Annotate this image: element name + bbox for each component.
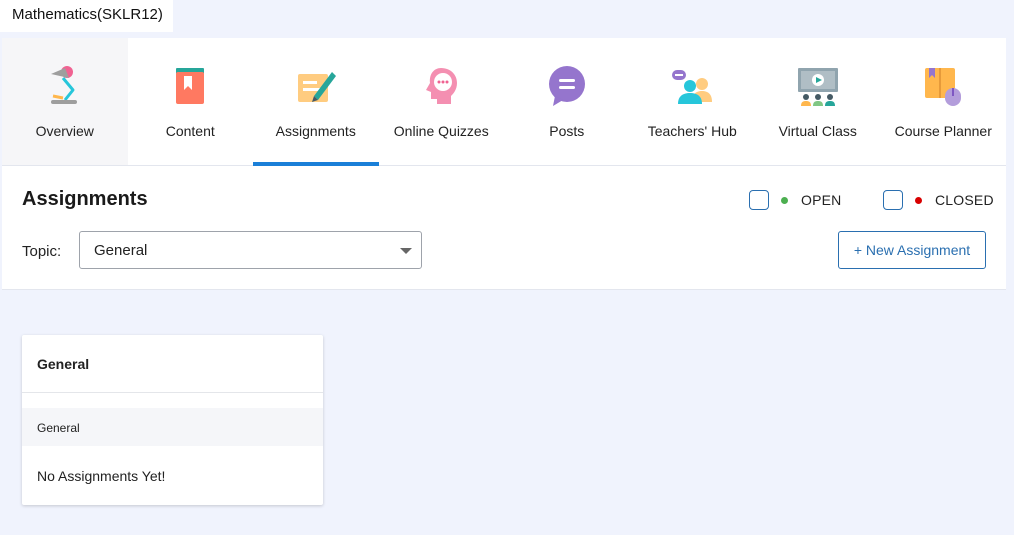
teachers-group-icon — [670, 64, 714, 108]
chat-bubble-icon — [545, 64, 589, 108]
nav-item-label: Virtual Class — [778, 123, 857, 139]
virtual-classroom-icon — [796, 64, 840, 108]
card-subheader-label: General — [37, 421, 80, 435]
course-panel: Overview Content Assignments Online Quiz… — [2, 38, 1006, 535]
empty-state-text: No Assignments Yet! — [37, 468, 166, 484]
planner-icon — [921, 64, 965, 108]
page-title: Assignments — [22, 188, 148, 210]
nav-item-label: Assignments — [275, 123, 356, 139]
nav-item-label: Posts — [549, 123, 585, 139]
nav-item-online-quizzes[interactable]: Online Quizzes — [379, 38, 505, 165]
nav-item-overview[interactable]: Overview — [2, 38, 128, 165]
nav-item-virtual-class[interactable]: Virtual Class — [755, 38, 881, 165]
nav-item-label: Online Quizzes — [393, 123, 489, 139]
nav-item-content[interactable]: Content — [128, 38, 254, 165]
card-divider — [22, 392, 323, 393]
book-icon — [168, 64, 212, 108]
nav-item-label: Content — [165, 123, 215, 139]
nav-item-label: Teachers' Hub — [647, 123, 737, 139]
nav-item-label: Overview — [35, 123, 94, 139]
open-status-dot — [781, 196, 788, 204]
pencil-paper-icon — [294, 64, 338, 108]
course-nav: Overview Content Assignments Online Quiz… — [2, 38, 1006, 166]
new-assignment-button[interactable]: + New Assignment — [838, 231, 986, 269]
topic-label: Topic: — [22, 243, 62, 260]
card-title: General — [37, 356, 90, 372]
nav-item-assignments[interactable]: Assignments — [253, 38, 379, 166]
desk-lamp-icon — [43, 64, 87, 108]
nav-item-teachers-hub[interactable]: Teachers' Hub — [630, 38, 756, 165]
nav-item-course-planner[interactable]: Course Planner — [881, 38, 1007, 165]
closed-status-dot — [915, 196, 922, 204]
chevron-down-icon — [400, 248, 412, 254]
open-label: OPEN — [801, 192, 842, 208]
head-thought-icon — [419, 64, 463, 108]
course-title-tab[interactable]: Mathematics(SKLR12) — [0, 0, 173, 32]
assignments-header: Assignments OPEN CLOSED Topic: General +… — [2, 166, 1006, 290]
filter-closed[interactable]: CLOSED — [883, 190, 994, 210]
filter-open[interactable]: OPEN — [749, 190, 841, 210]
assignments-content: General General No Assignments Yet! — [2, 290, 1006, 535]
open-checkbox[interactable] — [749, 190, 769, 210]
topic-selected-value: General — [94, 242, 148, 259]
course-title: Mathematics(SKLR12) — [12, 6, 163, 23]
card-subheader: General — [22, 408, 323, 446]
nav-item-posts[interactable]: Posts — [504, 38, 630, 165]
nav-item-label: Course Planner — [894, 123, 992, 139]
closed-label: CLOSED — [935, 192, 994, 208]
topic-select[interactable]: General — [79, 231, 422, 269]
topic-card: General General No Assignments Yet! — [22, 335, 323, 505]
closed-checkbox[interactable] — [883, 190, 903, 210]
